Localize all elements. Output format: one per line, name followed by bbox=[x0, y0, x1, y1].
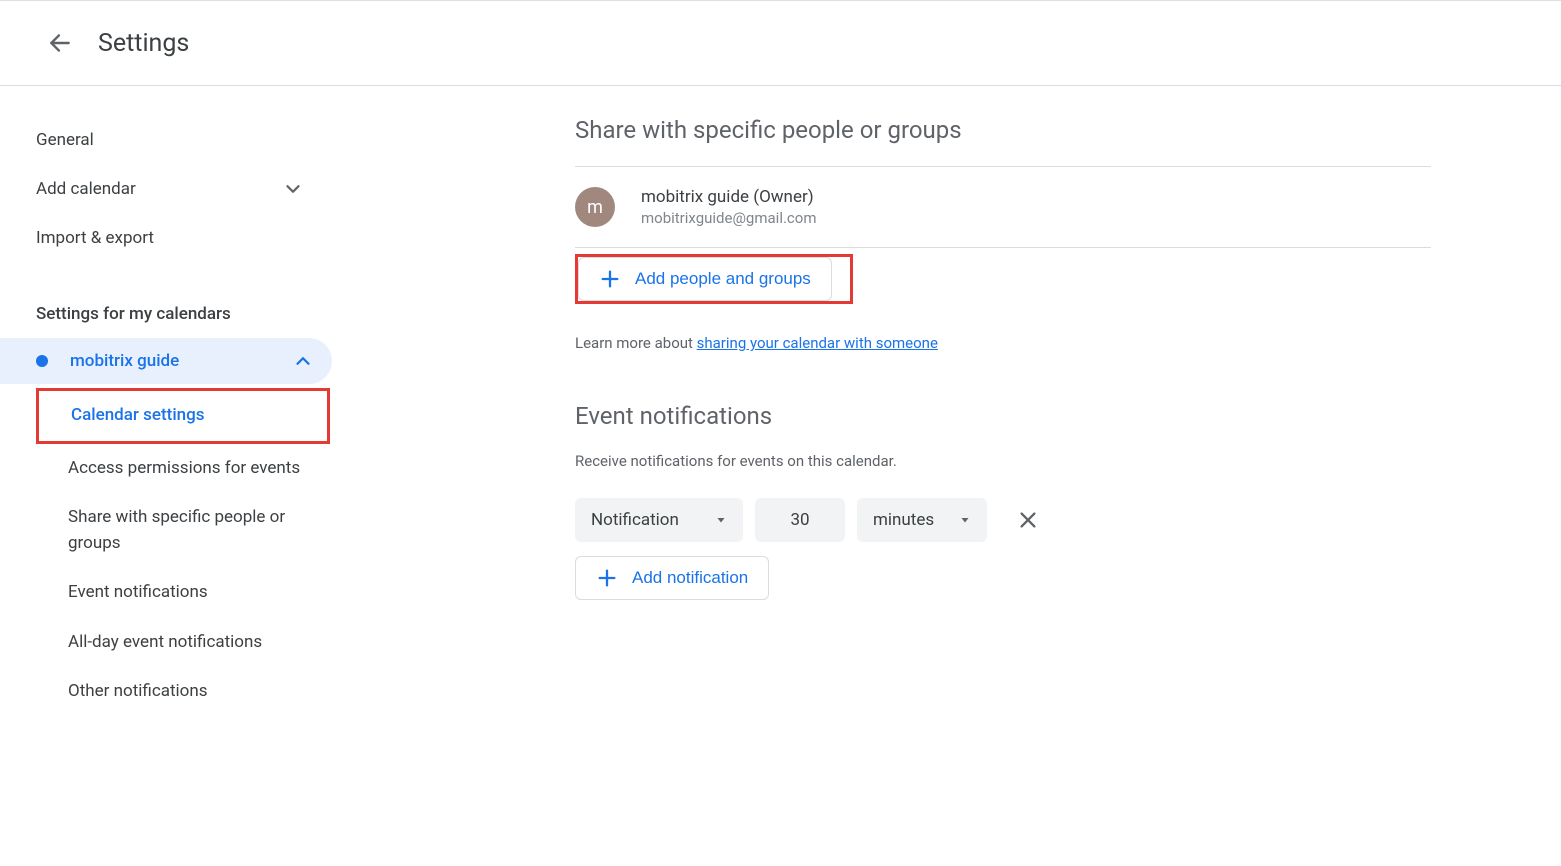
calendar-color-dot bbox=[36, 355, 48, 367]
sidebar-sub-calendar-settings[interactable]: Calendar settings bbox=[36, 388, 330, 444]
plus-icon bbox=[596, 567, 618, 589]
calendar-name-label: mobitrix guide bbox=[70, 351, 292, 371]
chevron-down-icon bbox=[282, 178, 304, 200]
notification-unit-select[interactable]: minutes bbox=[857, 498, 987, 542]
share-person-row: m mobitrix guide (Owner) mobitrixguide@g… bbox=[575, 167, 1431, 247]
dropdown-icon bbox=[715, 514, 727, 526]
event-notifications-subtitle: Receive notifications for events on this… bbox=[575, 452, 1431, 470]
back-button[interactable] bbox=[40, 23, 80, 63]
sidebar-sub-other-notifications[interactable]: Other notifications bbox=[0, 667, 340, 717]
main-content: Share with specific people or groups m m… bbox=[340, 86, 1561, 865]
arrow-left-icon bbox=[47, 30, 73, 56]
sidebar: General Add calendar Import & export Set… bbox=[0, 86, 340, 865]
notification-row: Notification 30 minutes bbox=[575, 498, 1431, 542]
sidebar-sub-share-specific[interactable]: Share with specific people or groups bbox=[0, 493, 340, 568]
dropdown-icon bbox=[959, 514, 971, 526]
select-value: minutes bbox=[873, 510, 934, 530]
amount-value: 30 bbox=[790, 510, 809, 530]
page-title: Settings bbox=[98, 29, 189, 58]
avatar: m bbox=[575, 187, 615, 227]
sidebar-item-import-export[interactable]: Import & export bbox=[0, 214, 340, 262]
notification-method-select[interactable]: Notification bbox=[575, 498, 743, 542]
sidebar-item-label: Import & export bbox=[36, 228, 154, 248]
sidebar-calendar-mobitrix[interactable]: mobitrix guide bbox=[0, 338, 332, 384]
plus-icon bbox=[599, 268, 621, 290]
learn-more-text: Learn more about sharing your calendar w… bbox=[575, 334, 1431, 352]
sidebar-heading-my-calendars: Settings for my calendars bbox=[0, 290, 340, 338]
add-notification-button[interactable]: Add notification bbox=[575, 556, 769, 600]
chevron-up-icon bbox=[292, 350, 314, 372]
event-notifications-title: Event notifications bbox=[575, 402, 1431, 430]
sidebar-sub-allday-notifications[interactable]: All-day event notifications bbox=[0, 618, 340, 668]
settings-header: Settings bbox=[0, 1, 1561, 86]
add-people-button[interactable]: Add people and groups bbox=[578, 257, 832, 301]
close-icon bbox=[1017, 509, 1039, 531]
sidebar-sub-event-notifications[interactable]: Event notifications bbox=[0, 568, 340, 618]
add-people-label: Add people and groups bbox=[635, 269, 811, 289]
sidebar-item-add-calendar[interactable]: Add calendar bbox=[0, 164, 340, 214]
add-notification-label: Add notification bbox=[632, 568, 748, 588]
remove-notification-button[interactable] bbox=[1011, 503, 1045, 537]
notification-amount-input[interactable]: 30 bbox=[755, 498, 845, 542]
sidebar-item-label: General bbox=[36, 130, 94, 150]
share-section-title: Share with specific people or groups bbox=[575, 116, 1431, 144]
sidebar-item-general[interactable]: General bbox=[0, 116, 340, 164]
person-email: mobitrixguide@gmail.com bbox=[641, 209, 816, 227]
add-people-highlight: Add people and groups bbox=[575, 254, 853, 304]
select-value: Notification bbox=[591, 510, 679, 530]
learn-more-link[interactable]: sharing your calendar with someone bbox=[697, 334, 938, 352]
sidebar-sub-access-permissions[interactable]: Access permissions for events bbox=[0, 444, 340, 494]
person-name: mobitrix guide (Owner) bbox=[641, 187, 816, 207]
sidebar-item-label: Add calendar bbox=[36, 179, 136, 199]
